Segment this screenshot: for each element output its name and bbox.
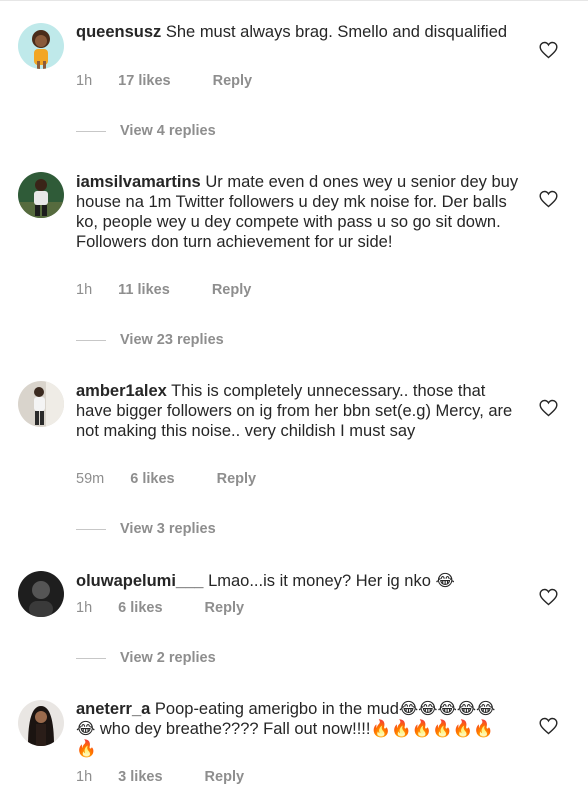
like-button[interactable] [539, 588, 558, 606]
avatar[interactable] [18, 700, 64, 746]
heart-outline-icon [539, 399, 558, 417]
view-replies-button[interactable]: View 23 replies [76, 332, 224, 348]
comment-username[interactable]: queensusz [76, 23, 161, 41]
view-replies-label: View 23 replies [120, 332, 224, 348]
reply-button[interactable]: Reply [212, 282, 252, 298]
comment-time: 59m [76, 471, 105, 487]
comment-body: oluwapelumi___ Lmao...is it money? Her i… [76, 571, 516, 591]
comment-body: aneterr_a Poop-eating amerigbo in the mu… [76, 699, 506, 759]
comment-body: queensusz She must always brag. Smello a… [76, 22, 516, 42]
cartoon-girl-avatar-icon [18, 23, 64, 69]
replies-divider [76, 339, 106, 341]
dark-portrait-avatar-icon [18, 571, 64, 617]
comment-time: 1h [76, 769, 93, 785]
comment-time: 1h [76, 600, 93, 616]
comment-likes[interactable]: 3 likes [118, 769, 162, 785]
comment-username[interactable]: oluwapelumi___ [76, 572, 203, 590]
comment-likes[interactable]: 6 likes [130, 471, 174, 487]
comment-body: iamsilvamartins Ur mate even d ones wey … [76, 172, 526, 252]
view-replies-button[interactable]: View 3 replies [76, 521, 216, 537]
view-replies-button[interactable]: View 4 replies [76, 123, 216, 139]
comment-body: amber1alex This is completely unnecessar… [76, 381, 516, 441]
reply-button[interactable]: Reply [213, 73, 253, 89]
comment-username[interactable]: iamsilvamartins [76, 173, 201, 191]
like-button[interactable] [539, 41, 558, 59]
like-button[interactable] [539, 190, 558, 208]
heart-outline-icon [539, 588, 558, 606]
heart-outline-icon [539, 717, 558, 735]
view-replies-label: View 4 replies [120, 123, 216, 139]
avatar[interactable] [18, 571, 64, 617]
comment-likes[interactable]: 17 likes [118, 73, 170, 89]
view-replies-button[interactable]: View 2 replies [76, 650, 216, 666]
comment-meta: 59m 6 likes Reply [76, 471, 256, 487]
comment-meta: 1h 3 likes Reply [76, 769, 244, 785]
like-button[interactable] [539, 399, 558, 417]
comment-likes[interactable]: 11 likes [118, 282, 170, 298]
avatar[interactable] [18, 23, 64, 69]
reply-button[interactable]: Reply [205, 769, 245, 785]
person-photo-avatar-icon [18, 172, 64, 218]
comment-text: She must always brag. Smello and disqual… [165, 23, 508, 41]
comment-text: Lmao...is it money? Her ig nko 😂 [208, 572, 455, 590]
comment-meta: 1h 6 likes Reply [76, 600, 244, 616]
top-divider [0, 0, 588, 1]
view-replies-label: View 3 replies [120, 521, 216, 537]
comment-time: 1h [76, 282, 93, 298]
comment-time: 1h [76, 73, 93, 89]
reply-button[interactable]: Reply [217, 471, 257, 487]
comment-username[interactable]: amber1alex [76, 382, 167, 400]
comment-meta: 1h 17 likes Reply [76, 73, 252, 89]
like-button[interactable] [539, 717, 558, 735]
reply-button[interactable]: Reply [205, 600, 245, 616]
comment-likes[interactable]: 6 likes [118, 600, 162, 616]
heart-outline-icon [539, 190, 558, 208]
avatar[interactable] [18, 172, 64, 218]
heart-outline-icon [539, 41, 558, 59]
avatar[interactable] [18, 381, 64, 427]
comment-username[interactable]: aneterr_a [76, 700, 150, 718]
view-replies-label: View 2 replies [120, 650, 216, 666]
replies-divider [76, 657, 106, 659]
replies-divider [76, 528, 106, 530]
comment-meta: 1h 11 likes Reply [76, 282, 251, 298]
replies-divider [76, 130, 106, 132]
person-photo-avatar-icon [18, 381, 64, 427]
woman-photo-avatar-icon [18, 700, 64, 746]
